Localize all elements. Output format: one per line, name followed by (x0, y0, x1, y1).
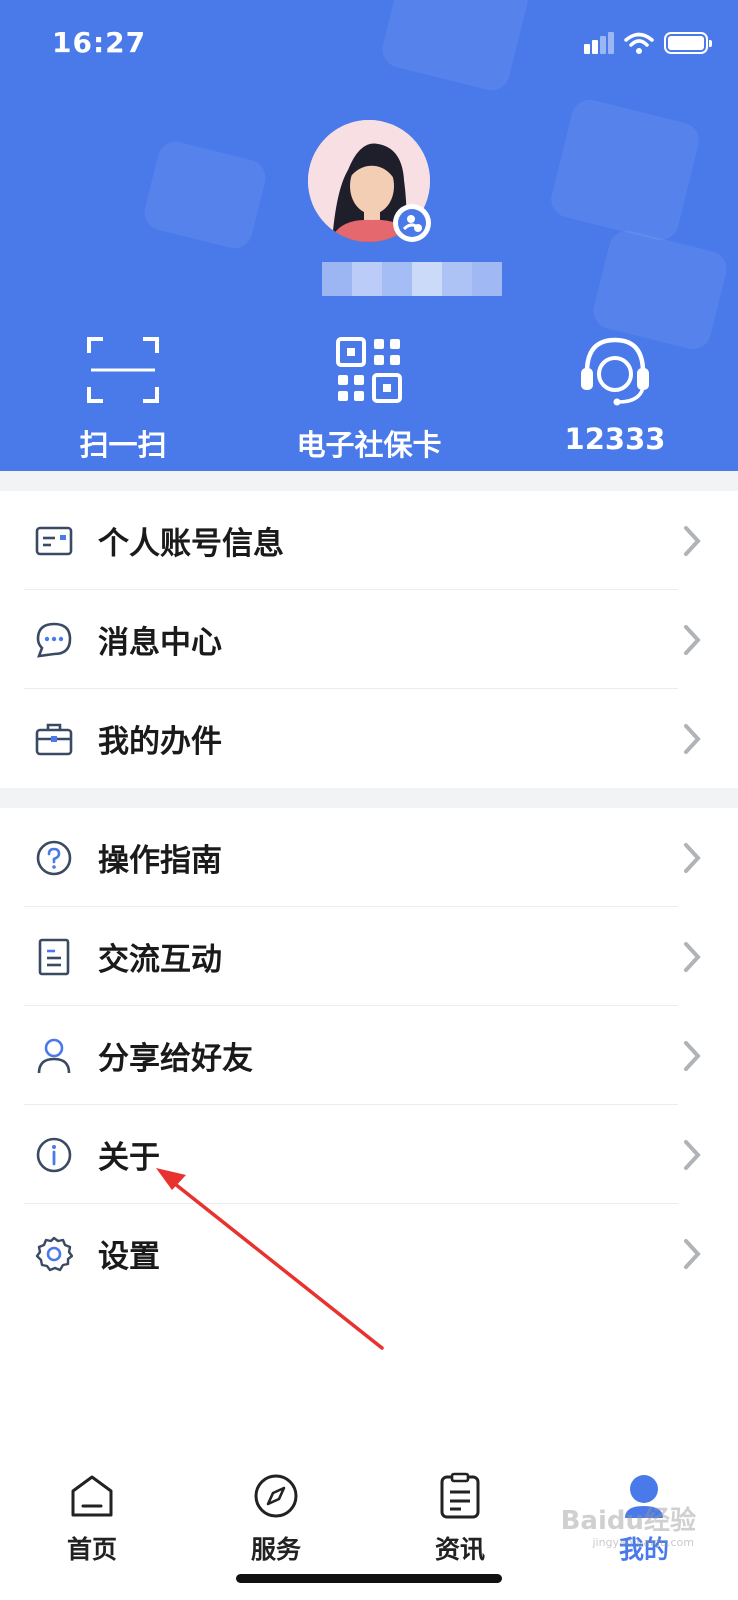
headset-icon (581, 337, 649, 406)
message-icon (34, 620, 74, 660)
menu-item-label: 交流互动 (98, 942, 222, 978)
quick-action-label: 12333 (564, 422, 666, 456)
menu-item-interaction[interactable]: 交流互动 (0, 907, 738, 1006)
menu-item-account-info[interactable]: 个人账号信息 (0, 491, 738, 590)
chevron-right-icon (684, 526, 701, 556)
menu-item-label: 操作指南 (98, 843, 222, 879)
menu-item-label: 设置 (98, 1239, 160, 1275)
watermark: Baidu经验 (560, 1506, 696, 1536)
qr-code-icon (336, 337, 402, 403)
chevron-right-icon (684, 942, 701, 972)
status-time: 16:27 (52, 26, 147, 59)
tab-label: 服务 (250, 1535, 301, 1564)
menu-item-settings[interactable]: 设置 (0, 1204, 738, 1303)
question-icon (34, 838, 74, 878)
status-icons (584, 32, 712, 54)
menu-item-my-cases[interactable]: 我的办件 (0, 689, 738, 788)
verified-user-icon (398, 209, 426, 237)
menu-item-guide[interactable]: 操作指南 (0, 808, 738, 907)
tab-label: 首页 (66, 1535, 117, 1564)
tab-label: 资讯 (434, 1535, 485, 1564)
tab-services[interactable]: 服务 (184, 1470, 368, 1566)
quick-action-hotline[interactable]: 12333 (492, 330, 738, 460)
wifi-icon (624, 32, 654, 54)
id-card-icon (34, 521, 74, 561)
document-icon (34, 937, 74, 977)
compass-icon (254, 1474, 298, 1518)
menu-item-label: 我的办件 (98, 724, 222, 760)
menu-item-label: 个人账号信息 (98, 526, 284, 562)
header-decoration (547, 96, 703, 244)
briefcase-icon (34, 719, 74, 759)
menu-group-account: 个人账号信息 消息中心 我的办件 (0, 491, 738, 788)
gear-icon (34, 1234, 74, 1274)
header-decoration (140, 138, 270, 252)
section-gap (0, 788, 738, 808)
quick-action-scan[interactable]: 扫一扫 (0, 330, 246, 462)
tab-news[interactable]: 资讯 (368, 1470, 552, 1566)
status-bar: 16:27 (0, 0, 738, 90)
menu-item-about[interactable]: 关于 (0, 1105, 738, 1204)
signal-icon (584, 32, 614, 54)
scan-icon (87, 337, 159, 403)
chevron-right-icon (684, 1140, 701, 1170)
news-icon (440, 1472, 480, 1519)
chevron-right-icon (684, 1041, 701, 1071)
menu-item-label: 消息中心 (98, 625, 222, 661)
quick-action-label: 电子社保卡 (296, 428, 442, 462)
home-icon (71, 1475, 113, 1517)
quick-action-label: 扫一扫 (79, 428, 167, 462)
profile-header: 16:27 扫一扫 电子社保卡 12333 (0, 0, 738, 471)
menu-item-message-center[interactable]: 消息中心 (0, 590, 738, 689)
battery-icon (664, 32, 712, 54)
watermark-url: jingyan.baidu.com (592, 1536, 694, 1549)
verified-badge (393, 204, 431, 242)
menu-item-label: 分享给好友 (98, 1041, 253, 1077)
chevron-right-icon (684, 1239, 701, 1269)
menu-group-general: 操作指南 交流互动 分享给好友 关于 设置 (0, 808, 738, 1303)
person-icon (34, 1036, 74, 1076)
section-gap (0, 471, 738, 491)
chevron-right-icon (684, 724, 701, 754)
chevron-right-icon (684, 625, 701, 655)
info-icon (34, 1135, 74, 1175)
username-blurred (322, 262, 502, 296)
chevron-right-icon (684, 843, 701, 873)
home-indicator[interactable] (236, 1574, 502, 1583)
tab-home[interactable]: 首页 (0, 1470, 184, 1566)
menu-item-share[interactable]: 分享给好友 (0, 1006, 738, 1105)
menu-item-label: 关于 (98, 1140, 160, 1176)
quick-action-ss-card[interactable]: 电子社保卡 (246, 330, 492, 462)
